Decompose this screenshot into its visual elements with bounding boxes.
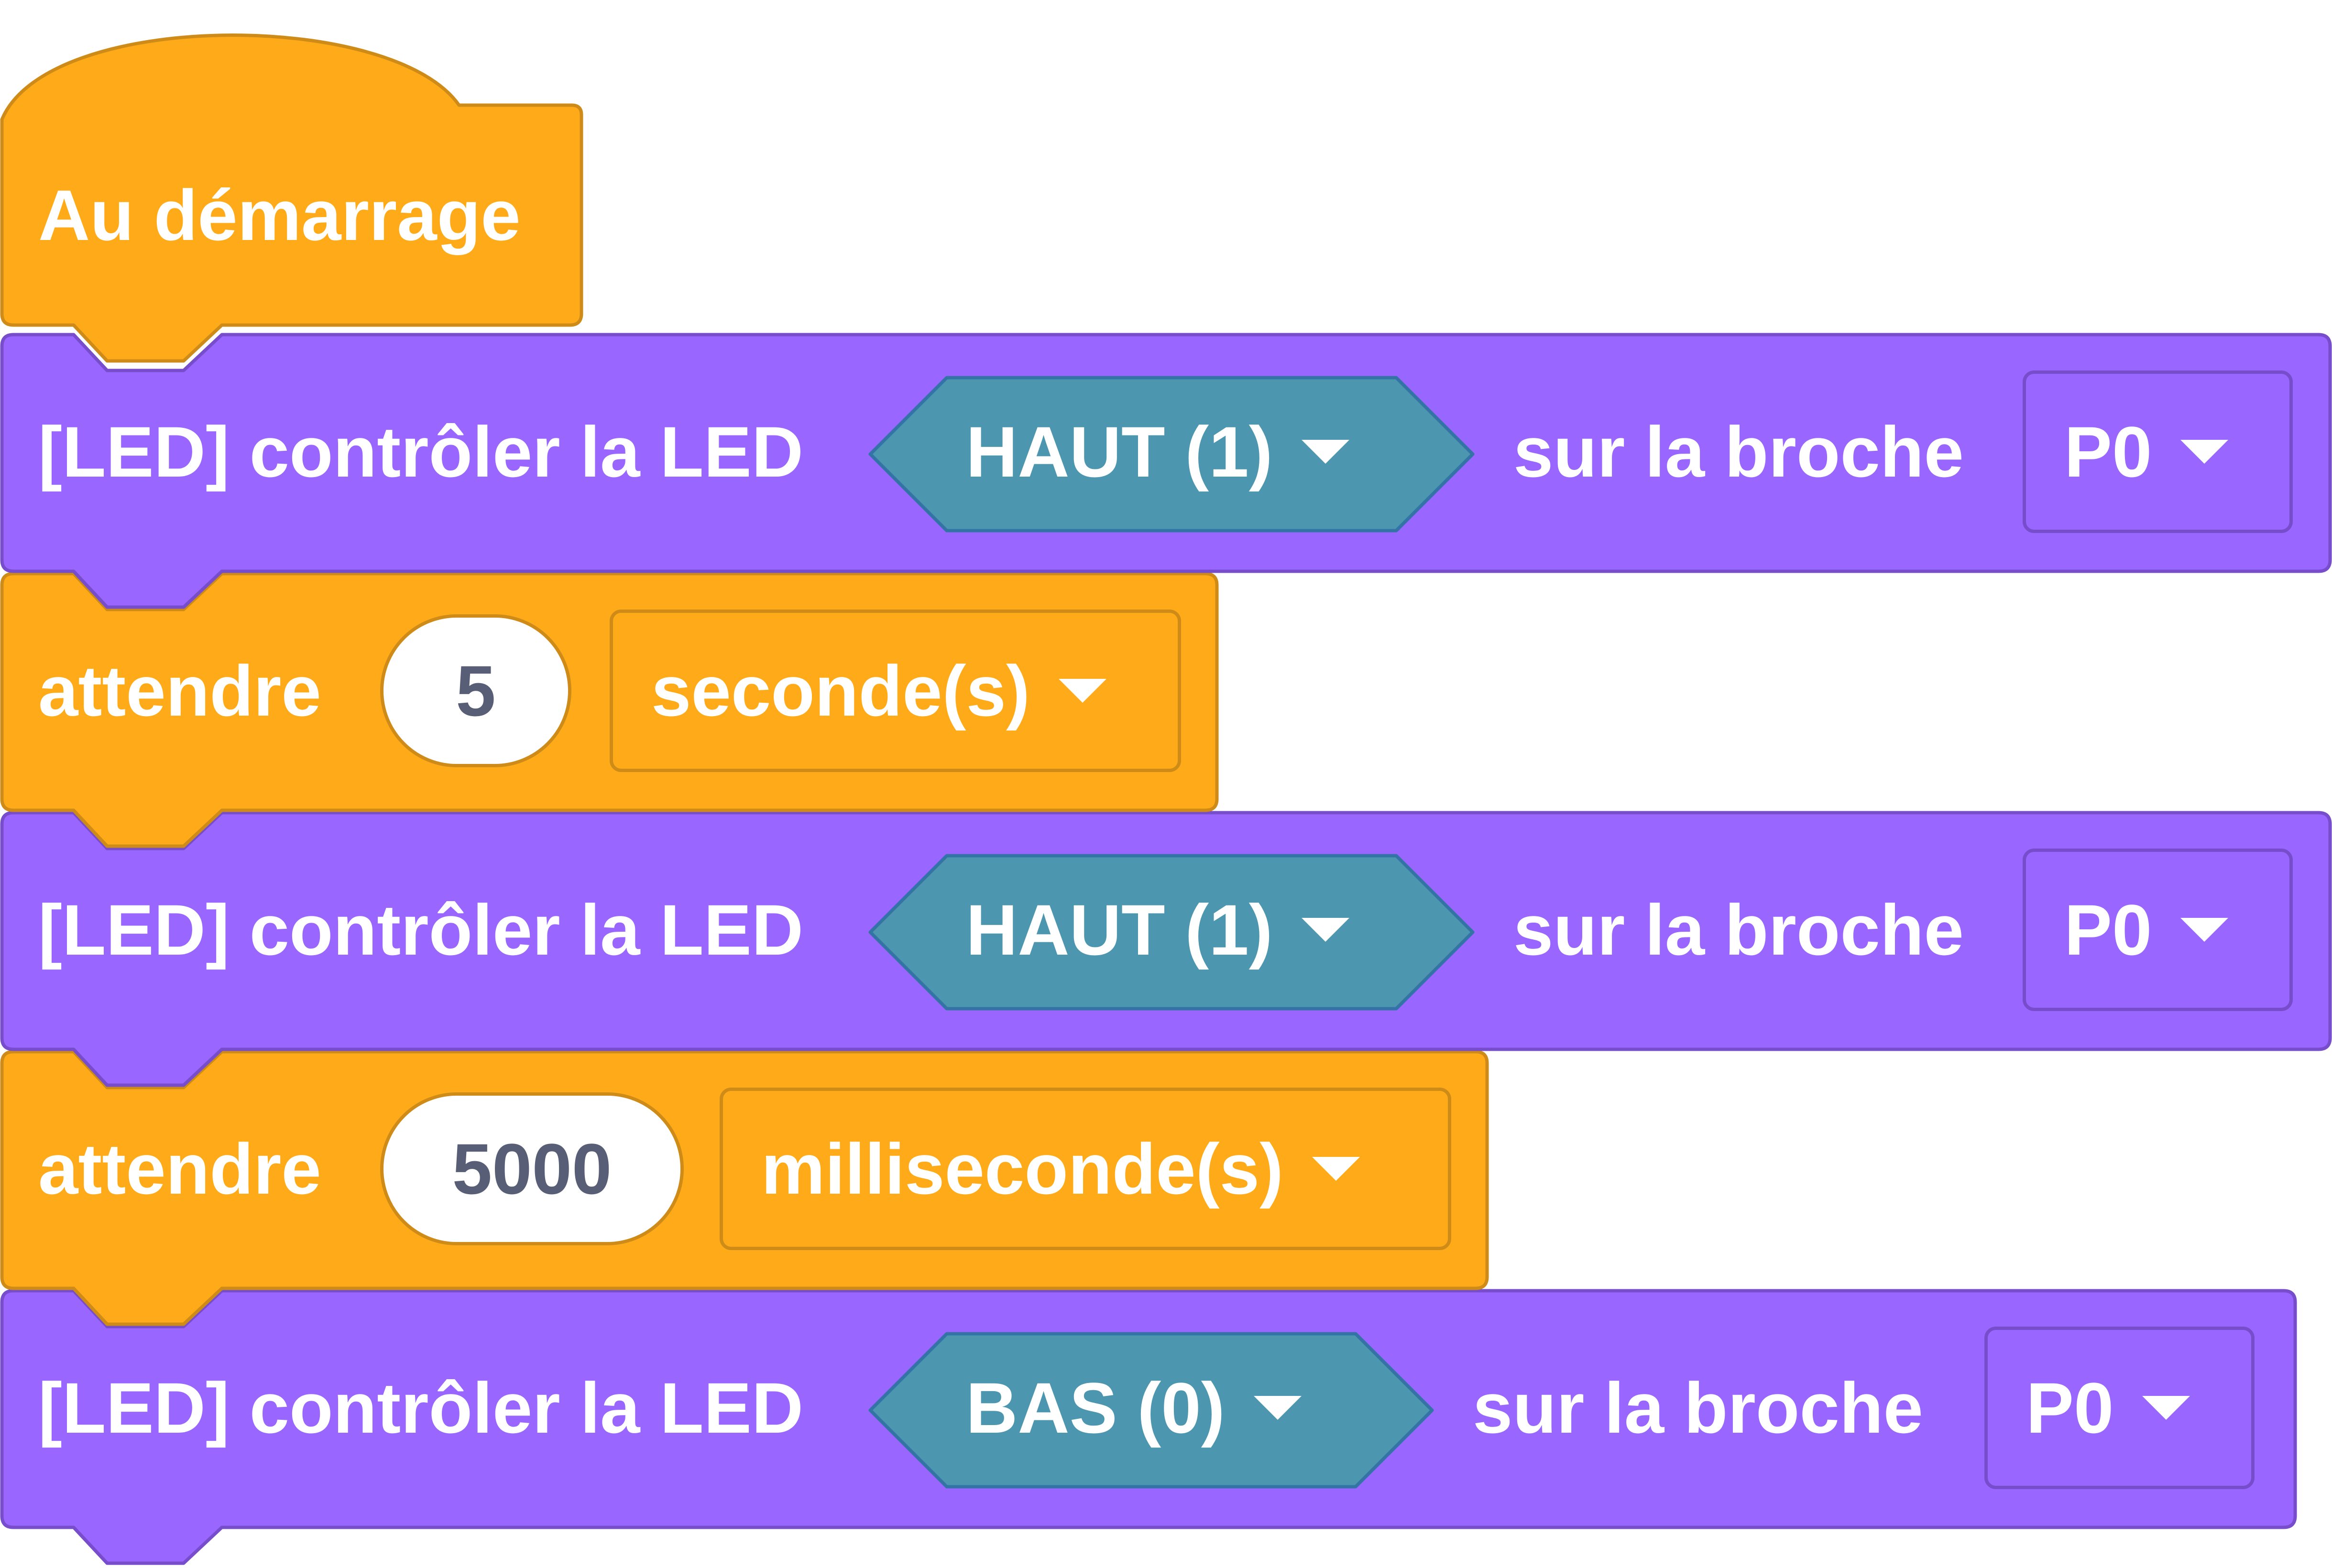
- led-state-dropdown[interactable]: BAS (0): [966, 1331, 1302, 1484]
- chevron-down-icon: [2180, 918, 2229, 942]
- led-state-dropdown[interactable]: HAUT (1): [966, 853, 1349, 1006]
- wait-unit-value: seconde(s): [651, 650, 1030, 731]
- led-state-dropdown[interactable]: HAUT (1): [966, 375, 1349, 528]
- wait-block-label: attendre: [38, 1128, 321, 1209]
- chevron-down-icon: [1301, 440, 1349, 464]
- pin-dropdown[interactable]: P0: [2023, 849, 2293, 1011]
- led-state-value: HAUT (1): [966, 889, 1273, 970]
- wait-unit-dropdown[interactable]: milliseconde(s): [720, 1088, 1451, 1250]
- led-block-label: [LED] contrôler la LED: [38, 411, 804, 492]
- led-block-label: [LED] contrôler la LED: [38, 889, 804, 970]
- pin-label: sur la broche: [1513, 411, 1964, 492]
- pin-value: P0: [2026, 1367, 2114, 1448]
- wait-unit-dropdown[interactable]: seconde(s): [610, 610, 1181, 772]
- pin-value: P0: [2064, 889, 2152, 970]
- led-state-value: BAS (0): [966, 1367, 1225, 1448]
- led-block-label: [LED] contrôler la LED: [38, 1367, 804, 1448]
- chevron-down-icon: [1253, 1396, 1302, 1420]
- wait-value-input[interactable]: 5000: [380, 1092, 684, 1245]
- pin-dropdown[interactable]: P0: [2023, 370, 2293, 533]
- chevron-down-icon: [1312, 1157, 1360, 1181]
- led-state-value: HAUT (1): [966, 411, 1273, 492]
- chevron-down-icon: [1301, 918, 1349, 942]
- wait-value-input[interactable]: 5: [380, 614, 571, 767]
- pin-value: P0: [2064, 411, 2152, 492]
- hat-label: Au démarrage: [38, 174, 521, 255]
- chevron-down-icon: [2180, 440, 2229, 464]
- pin-label: sur la broche: [1473, 1367, 1923, 1448]
- pin-label: sur la broche: [1513, 889, 1964, 970]
- wait-unit-value: milliseconde(s): [761, 1128, 1283, 1209]
- pin-dropdown[interactable]: P0: [1984, 1327, 2255, 1489]
- wait-block-label: attendre: [38, 650, 321, 731]
- chevron-down-icon: [2142, 1396, 2190, 1420]
- chevron-down-icon: [1058, 679, 1106, 703]
